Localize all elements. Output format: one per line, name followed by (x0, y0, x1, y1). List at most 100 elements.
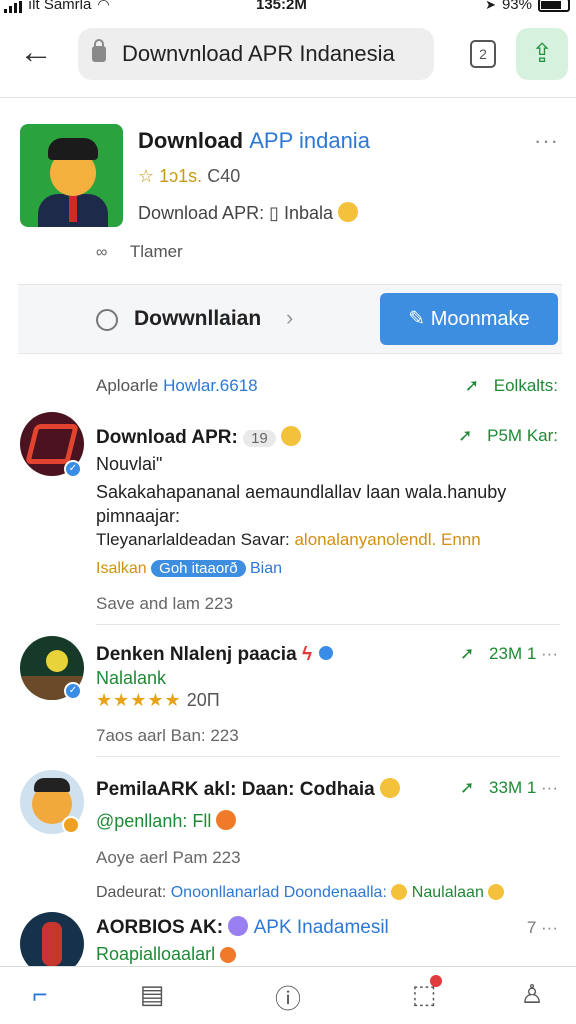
app-title-main: Download (138, 128, 244, 153)
search-text: Downvnload APR Indanesia (122, 41, 395, 66)
lock-icon (92, 39, 106, 62)
post-timestamp: 7aos aarl Ban: 223 (96, 726, 239, 745)
action-search-label[interactable]: Dowwnllaian (134, 307, 261, 331)
battery-percent: 93% (501, 0, 532, 13)
feed-header-label: Aploarle (96, 376, 159, 395)
search-icon (96, 309, 118, 331)
post-stat: 7 ··· (527, 918, 558, 938)
more-icon[interactable]: ··· (541, 918, 558, 937)
rating-stars-icon: ★★★★★ (96, 690, 182, 710)
post-tags: Tleyanarlaldeadan Savar: alonalanyanolen… (96, 530, 481, 550)
tags-value[interactable]: Onoonllanarlad Doondenaalla: (171, 884, 387, 901)
surprised-emoji-icon (216, 810, 237, 830)
action-row: Dowwnllaian › ✎ Moonmake (18, 284, 562, 354)
post-action-link[interactable]: Isalkan (96, 560, 147, 577)
notification-badge (430, 975, 442, 987)
feed-header: Aploarle Howlar.6618 (96, 376, 258, 396)
app-subtitle-text: Download APR: ▯ Inbala (138, 203, 334, 223)
post-author-text: Roapialloaalarl (96, 944, 216, 964)
back-button[interactable]: ← (14, 32, 58, 76)
tabs-icon: 2 (479, 46, 487, 62)
tags-tail[interactable]: Naulalaan (412, 884, 484, 901)
post-stat-text: 23M 1 (489, 644, 537, 663)
post-title[interactable]: Download APR: 19 (96, 426, 302, 449)
feed-icon: ▤ (139, 979, 165, 1009)
share-icon: ⇪ (531, 38, 553, 68)
tabs-button[interactable]: 2 (470, 40, 496, 68)
share-button[interactable]: ⇪ (516, 28, 568, 80)
post-author[interactable]: Roapialloaalarl (96, 944, 237, 965)
trend-arrow-icon: ➚ (460, 778, 475, 797)
post-title[interactable]: PemilaARK akl: Daan: Codhaia (96, 778, 401, 801)
trend-arrow-icon: ➚ (464, 376, 480, 395)
status-bar: ılt Samrla ◠ 135:2M ➤ 93% (0, 0, 576, 16)
rating-count: C40 (207, 166, 241, 186)
post-stat: ➚ 23M 1 ··· (460, 644, 558, 664)
post-tag-link-2[interactable]: Ennn (441, 530, 481, 549)
post-title-text: Denken Nlalenj paacia (96, 644, 297, 665)
post-author[interactable]: @penllanh: Fll (96, 810, 237, 832)
verified-icon: ✓ (64, 460, 82, 478)
feed-header-right[interactable]: ➚ Eolkalts: (465, 376, 558, 396)
nav-home[interactable]: ⌐ (20, 979, 60, 1015)
nav-info[interactable]: ⓘ (268, 979, 308, 1015)
post-tags-label: Tleyanarlaldeadan Savar: (96, 530, 290, 549)
battery-icon (538, 0, 570, 12)
post-action-pill[interactable]: Goh itaaorð (151, 560, 246, 577)
post-author-text: @penllanh: Fll (96, 811, 212, 831)
nav-feed[interactable]: ▤ (132, 979, 172, 1015)
nav-profile[interactable]: ♙ (512, 979, 552, 1015)
feed-header-accent[interactable]: Howlar.6618 (163, 376, 258, 395)
post-body: Sakakahapananal aemaundlallav laan wala.… (96, 482, 507, 502)
post-title[interactable]: AORBIOS AK: APK Inadamesil (96, 916, 389, 939)
post-title-text: Download APR: (96, 427, 238, 448)
post-stat-text: 33M 1 (489, 778, 537, 797)
post-title-text: AORBIOS AK: (96, 917, 224, 938)
post-badge: 19 (243, 430, 276, 447)
post-title-text: PemilaARK akl: Daan: Codhaia (96, 779, 375, 800)
wifi-icon: ◠ (97, 0, 110, 12)
feed-header-right-text: Eolkalts: (493, 376, 558, 395)
status-dot-icon (62, 816, 80, 834)
post-author[interactable]: Nalalank (96, 668, 166, 689)
post-title[interactable]: Denken Nlalenj paacia ϟ (96, 644, 336, 666)
nav-notifications[interactable]: ⬚ (404, 975, 444, 1015)
post-action-link-2[interactable]: Bian (250, 560, 282, 577)
app-icon[interactable] (20, 124, 123, 227)
post-actions: Isalkan Goh itaaorð Bian (96, 560, 282, 578)
app-rating: ☆ 1ↄ1s. C40 (138, 166, 240, 187)
post-stat-text: 7 (526, 918, 537, 937)
trend-arrow-icon: ➚ (458, 426, 473, 445)
post-author: Nouvlai" (96, 454, 163, 474)
post-tag-link[interactable]: alonalanyanolendl. (294, 530, 436, 549)
tags-label: Dadeurat: (96, 884, 167, 901)
post-rating-count: 20Π (186, 690, 220, 710)
laugh-emoji-icon (380, 778, 401, 798)
status-right: ➤ 93% (485, 0, 570, 13)
home-icon: ⌐ (32, 979, 48, 1009)
smile-emoji-icon (338, 202, 359, 222)
bottom-nav: ⌐ ▤ ⓘ ⬚ ♙ (0, 966, 576, 1024)
app-more-button[interactable]: ··· (534, 128, 559, 154)
profile-icon: ♙ (520, 979, 544, 1009)
more-icon[interactable]: ··· (541, 644, 558, 663)
app-title: Download APP indania (138, 128, 370, 154)
location-icon: ➤ (485, 0, 496, 12)
more-icon[interactable]: ··· (541, 778, 558, 797)
post-timestamp: Save and lam 223 (96, 594, 234, 613)
post-timestamp: Aoye aerl Pam 223 (96, 848, 241, 867)
app-subtitle: Download APR: ▯ Inbala (138, 202, 359, 224)
laugh-emoji-icon (281, 426, 302, 446)
verified-icon: ✓ (64, 682, 82, 700)
primary-action-button[interactable]: ✎ Moonmake (380, 293, 558, 345)
emoji-icon (488, 884, 505, 900)
app-meta-text: Tlamer (129, 242, 183, 261)
emoji-icon (391, 884, 408, 900)
divider (96, 756, 560, 757)
search-field[interactable]: Downvnload APR Indanesia (78, 28, 434, 80)
status-time: 135:2M (256, 0, 307, 13)
star-icon: ☆ (138, 166, 155, 186)
bolt-icon: ϟ (301, 644, 312, 665)
chevron-right-icon[interactable]: › (286, 305, 293, 331)
app-title-accent: APP indania (249, 128, 370, 153)
